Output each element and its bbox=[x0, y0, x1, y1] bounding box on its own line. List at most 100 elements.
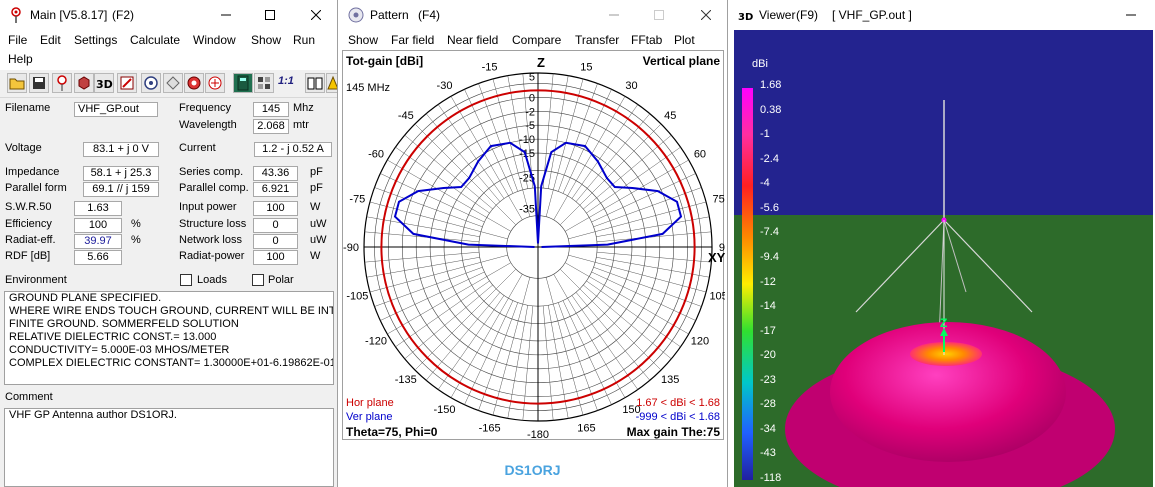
impedance-label: Impedance bbox=[5, 166, 60, 178]
calc-icon bbox=[237, 75, 249, 91]
menu-settings[interactable]: Settings bbox=[74, 33, 117, 47]
svg-text:3D: 3D bbox=[738, 12, 753, 23]
parallel-comp-unit: pF bbox=[310, 182, 323, 194]
current-field: 1.2 - j 0.52 A bbox=[254, 142, 332, 157]
tot-gain-label: Tot-gain [dBi] bbox=[346, 54, 424, 68]
scale-label: -2.4 bbox=[760, 152, 779, 165]
menu-show[interactable]: Show bbox=[348, 33, 378, 47]
menu-show[interactable]: Show bbox=[251, 33, 281, 47]
xy-axis-label: XY bbox=[708, 250, 726, 265]
open-folder-button[interactable] bbox=[7, 73, 27, 93]
open-folder-icon bbox=[9, 78, 25, 90]
angle-label: -120 bbox=[365, 336, 387, 348]
series-comp-label: Series comp. bbox=[179, 166, 244, 178]
input-power-field[interactable]: 100 bbox=[253, 201, 298, 216]
minimize-button[interactable] bbox=[204, 0, 248, 30]
menu-calculate[interactable]: Calculate bbox=[130, 33, 180, 47]
scale-label: -7.4 bbox=[760, 226, 779, 239]
environment-line: FINITE GROUND. SOMMERFELD SOLUTION bbox=[9, 318, 239, 330]
pattern-close-button[interactable] bbox=[684, 0, 727, 30]
main-titlebar: Main [V5.8.17] (F2) bbox=[0, 0, 337, 30]
ver-range: -999 < dBi < 1.68 bbox=[635, 411, 720, 423]
grid-spoke bbox=[387, 262, 512, 335]
angle-label: 105 bbox=[709, 290, 725, 302]
ratio-label: 1:1 bbox=[278, 75, 294, 87]
viewer-minimize-button[interactable] bbox=[1109, 0, 1153, 30]
menu-far-field[interactable]: Far field bbox=[391, 33, 434, 47]
menu-near-field[interactable]: Near field bbox=[447, 33, 498, 47]
frequency-field[interactable]: 145 bbox=[253, 102, 289, 117]
z-axis-label: Z bbox=[537, 55, 545, 70]
menu-run[interactable]: Run bbox=[293, 33, 315, 47]
scale-label: -118 bbox=[760, 472, 782, 484]
menu-fftab[interactable]: FFtab bbox=[631, 33, 662, 47]
angle-label: -165 bbox=[479, 423, 501, 435]
parallel-comp-label: Parallel comp. bbox=[179, 182, 249, 194]
compare-icon bbox=[208, 76, 222, 90]
ratio-button[interactable]: 1:1 bbox=[276, 73, 296, 93]
edit-button[interactable] bbox=[117, 73, 137, 93]
scale-title: dBi bbox=[752, 58, 768, 70]
radiat-power-label: Radiat-power bbox=[179, 250, 245, 262]
menu-compare[interactable]: Compare bbox=[512, 33, 561, 47]
loads-checkbox[interactable] bbox=[180, 274, 192, 286]
menu-file[interactable]: File bbox=[8, 33, 27, 47]
environment-label: Environment bbox=[5, 274, 67, 286]
voltage-label: Voltage bbox=[5, 142, 42, 154]
close-button[interactable] bbox=[294, 0, 337, 30]
warning-button[interactable] bbox=[326, 73, 337, 93]
network-loss-field: 0 bbox=[253, 234, 298, 249]
smith-button[interactable] bbox=[184, 73, 204, 93]
pattern-hotkey: (F4) bbox=[418, 8, 440, 22]
angle-label: 45 bbox=[664, 110, 676, 122]
menu-transfer[interactable]: Transfer bbox=[575, 33, 619, 47]
3d-scene[interactable]: Z dBi 1.68 0.38 -1 -2.4 -4 -5.6 -7.4 -9.4 -12 -14… bbox=[734, 30, 1153, 487]
geometry-button[interactable] bbox=[74, 73, 94, 93]
3d-button[interactable]: 3D bbox=[94, 73, 114, 93]
structure-loss-field: 0 bbox=[253, 218, 298, 233]
polar-checkbox[interactable] bbox=[252, 274, 264, 286]
menu-window[interactable]: Window bbox=[193, 33, 236, 47]
menu-edit[interactable]: Edit bbox=[40, 33, 61, 47]
efficiency-field[interactable]: 100 bbox=[74, 218, 122, 233]
scale-label: -9.4 bbox=[760, 250, 779, 263]
comment-label: Comment bbox=[5, 391, 53, 403]
menu-plot[interactable]: Plot bbox=[674, 33, 695, 47]
color-scale-bar bbox=[742, 88, 753, 480]
pattern-minimize-button[interactable] bbox=[592, 0, 636, 30]
environment-line: COMPLEX DIELECTRIC CONSTANT= 1.30000E+01… bbox=[9, 357, 334, 369]
frequency-unit: Mhz bbox=[293, 102, 314, 114]
max-gain-label: Max gain The:75 bbox=[626, 425, 720, 439]
save-button[interactable] bbox=[29, 73, 49, 93]
rdf-icon bbox=[144, 76, 158, 90]
compare-button[interactable] bbox=[205, 73, 225, 93]
3d-render bbox=[734, 30, 1153, 487]
filename-field[interactable]: VHF_GP.out bbox=[74, 102, 158, 117]
grid-spoke bbox=[450, 96, 523, 221]
calc-button[interactable] bbox=[233, 73, 253, 93]
main-window: Main [V5.8.17] (F2) File Edit Settings C… bbox=[0, 0, 338, 487]
antenna-button[interactable] bbox=[52, 73, 72, 93]
book-button[interactable] bbox=[305, 73, 325, 93]
settings-icon bbox=[166, 76, 180, 90]
3d-app-icon: 3D bbox=[738, 12, 753, 23]
polar-label: Polar bbox=[268, 274, 294, 286]
pattern-app-icon bbox=[348, 7, 364, 23]
angle-label: -15 bbox=[482, 61, 498, 73]
swr-field: 1.63 bbox=[74, 201, 122, 216]
grid-button[interactable] bbox=[254, 73, 274, 93]
efficiency-label: Efficiency bbox=[5, 218, 52, 230]
comment-textbox[interactable]: VHF GP Antenna author DS1ORJ. bbox=[4, 408, 334, 487]
voltage-field: 83.1 + j 0 V bbox=[83, 142, 159, 157]
menu-help[interactable]: Help bbox=[8, 52, 33, 66]
polar-plot[interactable]: 50-2-5-10-15-25-35 153045607590105120135… bbox=[343, 51, 725, 441]
scale-label: -12 bbox=[760, 275, 776, 288]
angle-label: -60 bbox=[368, 149, 384, 161]
environment-textbox[interactable]: GROUND PLANE SPECIFIED. WHERE WIRE ENDS … bbox=[4, 291, 334, 385]
warning-icon bbox=[327, 75, 337, 90]
pattern-maximize-button[interactable] bbox=[637, 0, 681, 30]
maximize-button[interactable] bbox=[248, 0, 292, 30]
settings-button[interactable] bbox=[163, 73, 183, 93]
scale-label: -17 bbox=[760, 324, 776, 337]
rdf-button[interactable] bbox=[141, 73, 161, 93]
